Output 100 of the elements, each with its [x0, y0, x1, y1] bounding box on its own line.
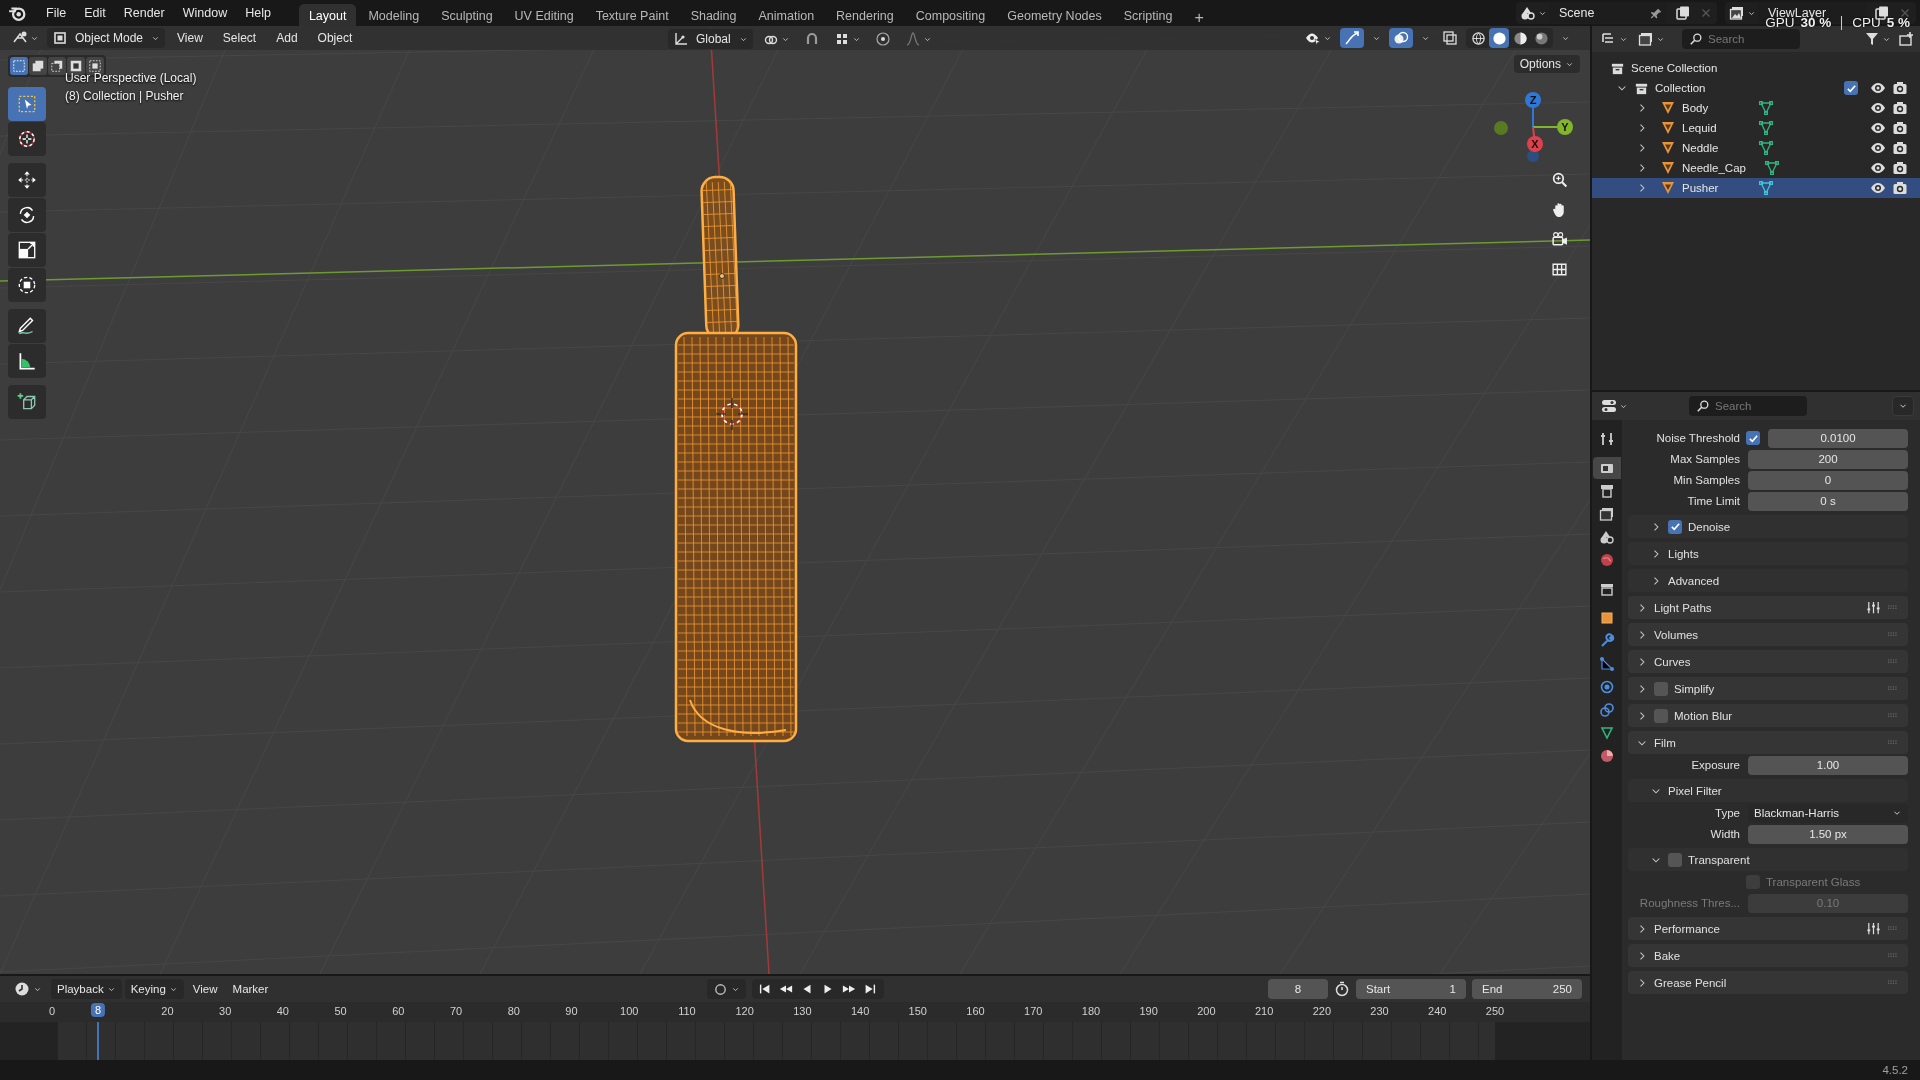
tool-button[interactable]: [8, 268, 46, 302]
presets-icon[interactable]: [1866, 921, 1881, 936]
scene-icon[interactable]: [1520, 5, 1536, 21]
select-mode-button[interactable]: [48, 57, 66, 75]
workspace-tab[interactable]: Texture Paint: [585, 4, 679, 26]
shading-button[interactable]: [1489, 28, 1509, 48]
checkbox[interactable]: [1746, 431, 1760, 445]
new-collection-icon[interactable]: [1898, 31, 1914, 47]
menu-item[interactable]: Help: [237, 3, 279, 23]
menu-item[interactable]: Edit: [76, 3, 114, 23]
panel-header[interactable]: Pixel Filter: [1628, 779, 1908, 802]
playhead[interactable]: 8: [91, 1003, 106, 1017]
panel-header[interactable]: Grease Pencil: [1628, 971, 1908, 994]
panel-header[interactable]: Film: [1628, 731, 1908, 754]
menu-item[interactable]: File: [38, 3, 75, 23]
select-mode-button[interactable]: [29, 57, 47, 75]
outliner-row[interactable]: Collection: [1592, 78, 1920, 98]
start-frame-field[interactable]: Start 1: [1356, 979, 1466, 999]
camera-icon[interactable]: [1892, 100, 1908, 116]
panel-header[interactable]: Performance: [1628, 917, 1908, 940]
eye-icon[interactable]: [1870, 120, 1886, 136]
tool-button[interactable]: [8, 309, 46, 343]
image-stack-icon[interactable]: [1729, 5, 1745, 21]
menu-item[interactable]: View: [169, 31, 211, 45]
number-field[interactable]: 0: [1748, 470, 1908, 490]
tool-button[interactable]: [8, 198, 46, 232]
options-button[interactable]: Options: [1513, 55, 1580, 73]
gizmo-toggle[interactable]: [1340, 28, 1364, 48]
number-field[interactable]: 200: [1748, 449, 1908, 469]
eye-icon[interactable]: [1870, 140, 1886, 156]
panel-header[interactable]: Bake: [1628, 944, 1908, 967]
menu-item[interactable]: Keying: [124, 979, 184, 999]
workspace-tab[interactable]: Shading: [680, 4, 747, 26]
outliner-row[interactable]: Body: [1592, 98, 1920, 118]
number-field[interactable]: 1.00: [1748, 755, 1908, 775]
overlay-toggle[interactable]: [1389, 28, 1413, 48]
mode-dropdown[interactable]: Object Mode: [47, 28, 166, 48]
outliner-row[interactable]: Lequid: [1592, 118, 1920, 138]
workspace-tab[interactable]: Sculpting: [431, 4, 503, 26]
checkbox[interactable]: [1654, 681, 1668, 696]
stopwatch-icon[interactable]: [1334, 981, 1350, 997]
checkbox[interactable]: [1654, 708, 1668, 723]
panel-header[interactable]: Transparent: [1628, 848, 1908, 871]
menu-item[interactable]: Add: [268, 31, 306, 45]
panel-header[interactable]: Volumes: [1628, 623, 1908, 646]
outliner-row[interactable]: Pusher: [1592, 178, 1920, 198]
workspace-tab[interactable]: UV Editing: [504, 4, 584, 26]
workspace-tab[interactable]: Animation: [748, 4, 825, 26]
add-workspace-button[interactable]: +: [1184, 4, 1214, 26]
panel-header[interactable]: Denoise: [1628, 515, 1908, 538]
workspace-tab[interactable]: Rendering: [826, 4, 904, 26]
menu-item[interactable]: Window: [174, 3, 236, 23]
number-field[interactable]: 0 s: [1748, 491, 1908, 511]
eye-icon[interactable]: [1870, 180, 1886, 196]
eye-icon[interactable]: [1870, 160, 1886, 176]
menu-item[interactable]: View: [186, 979, 224, 999]
current-frame-field[interactable]: 8: [1268, 979, 1328, 999]
select-mode-button[interactable]: [67, 57, 85, 75]
eye-icon[interactable]: [1870, 80, 1886, 96]
search-field[interactable]: Search: [1689, 396, 1807, 416]
workspace-tab[interactable]: Modeling: [358, 4, 430, 26]
outliner-row[interactable]: Needle_Cap: [1592, 158, 1920, 178]
tool-button[interactable]: [8, 233, 46, 267]
orientation-dropdown[interactable]: Global: [668, 29, 753, 49]
select-mode-button[interactable]: [86, 57, 104, 75]
camera-icon[interactable]: [1892, 140, 1908, 156]
workspace-tab[interactable]: Compositing: [905, 4, 996, 26]
tool-button[interactable]: [8, 122, 46, 156]
record-button[interactable]: [706, 979, 746, 999]
copy-icon[interactable]: [1675, 5, 1691, 21]
blender-logo-icon[interactable]: [8, 4, 26, 22]
panel-header[interactable]: Advanced: [1628, 569, 1908, 592]
search-field[interactable]: Search: [1682, 29, 1800, 49]
number-field[interactable]: 1.50 px: [1748, 824, 1908, 844]
tool-button[interactable]: [8, 385, 46, 419]
workspace-tab[interactable]: Geometry Nodes: [997, 4, 1112, 26]
eye-icon[interactable]: [1870, 100, 1886, 116]
camera-icon[interactable]: [1892, 80, 1908, 96]
camera-icon[interactable]: [1892, 180, 1908, 196]
menu-item[interactable]: Render: [115, 3, 173, 23]
workspace-tab[interactable]: Scripting: [1113, 4, 1183, 26]
navigation-gizmo[interactable]: Z Y X: [1490, 91, 1580, 171]
mesh-wireframe-drawing[interactable]: [674, 175, 798, 743]
camera-icon[interactable]: [1892, 120, 1908, 136]
outliner-row[interactable]: Neddle: [1592, 138, 1920, 158]
panel-header[interactable]: Curves: [1628, 650, 1908, 673]
menu-item[interactable]: Playback: [51, 979, 122, 999]
checkbox[interactable]: [1844, 81, 1858, 95]
panel-header[interactable]: Simplify: [1628, 677, 1908, 700]
workspace-tab[interactable]: Layout: [298, 4, 357, 26]
property-tab[interactable]: [1593, 457, 1621, 479]
menu-item[interactable]: Marker: [226, 979, 275, 999]
end-frame-field[interactable]: End 250: [1472, 979, 1582, 999]
tool-button[interactable]: [8, 344, 46, 378]
presets-icon[interactable]: [1866, 600, 1881, 615]
select-mode-button[interactable]: [10, 57, 28, 75]
panel-header[interactable]: Light Paths: [1628, 596, 1908, 619]
menu-item[interactable]: Select: [214, 31, 265, 45]
camera-icon[interactable]: [1892, 160, 1908, 176]
checkbox[interactable]: [1668, 852, 1682, 867]
